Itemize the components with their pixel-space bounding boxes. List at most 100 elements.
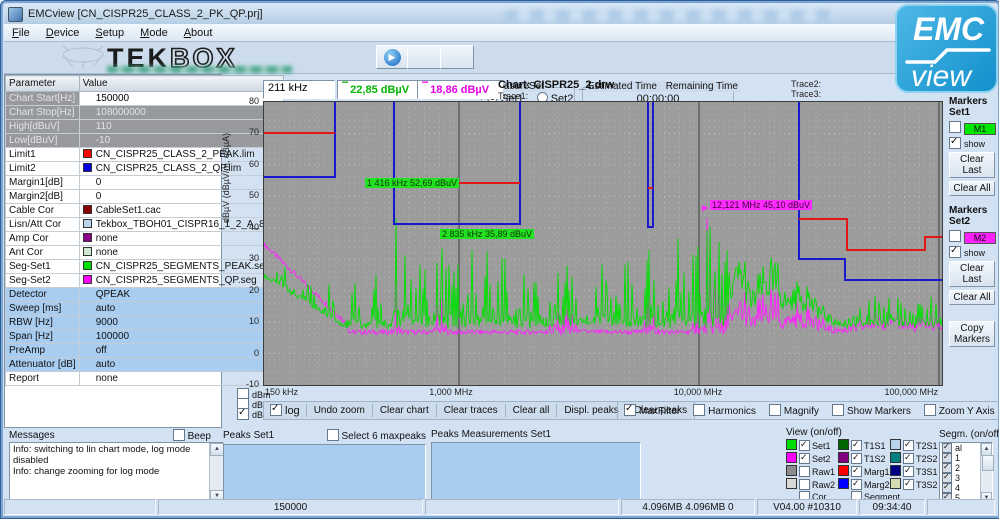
beep-checkbox[interactable]: Beep (173, 429, 211, 442)
y-tick: 20 (233, 285, 259, 295)
option-check-maxfilter[interactable]: MaxFilter (624, 404, 680, 417)
view-item-Set1[interactable]: Set1 (786, 439, 838, 452)
view-item-Set2[interactable]: Set2 (786, 452, 838, 465)
clear-chart-button[interactable]: Clear chart (373, 404, 437, 417)
view-item-Raw2[interactable]: Raw2 (786, 478, 838, 491)
set2-level-readout: ▔18,86 dBµV (417, 80, 503, 99)
clear-traces-button[interactable]: Clear traces (437, 404, 506, 417)
peak-marker-label-1[interactable]: 1 416 kHz 52,69 dBuV (365, 178, 459, 188)
start-measurement-button[interactable]: ▶ (376, 45, 408, 69)
trace3-label: Trace3: (791, 89, 821, 99)
trace2-label: Trace2: (791, 79, 821, 89)
message-line: Info: change zooming for log mode (13, 466, 209, 477)
peaks-measurements-title: Peaks Measurements Set1 (431, 429, 551, 440)
markers-set1-title: Markers (949, 96, 987, 107)
scroll-thumb[interactable] (982, 455, 994, 471)
marker-frequency-readout[interactable]: 211 kHz (263, 80, 335, 99)
y-tick: 30 (233, 253, 259, 263)
parameter-table: Parameter Value Chart Start[Hz]150000Cha… (4, 74, 222, 428)
plot-canvas (264, 102, 942, 385)
status-bar: 1500004.096MB 4.096MB 0V04.00 #1031009:3… (4, 499, 997, 515)
set1-clear-last-button[interactable]: Clear Last (949, 152, 995, 178)
view-item-T1S2[interactable]: T1S2 (838, 452, 890, 465)
app-icon (8, 7, 23, 22)
option-check-zoom-y-axis[interactable]: Zoom Y Axis (924, 404, 995, 417)
color-swatch (83, 149, 92, 158)
status-cell: 4.096MB 4.096MB 0 (621, 499, 755, 515)
view-grid: Set1T1S1T2S1 Set2T1S2T2S2 Raw1Marg1T3S1 Raw… (786, 439, 936, 504)
y-tick: 80 (233, 96, 259, 106)
set2-clear-last-button[interactable]: Clear Last (949, 261, 995, 287)
peaks-measurements-panel: Peaks Measurements Set1 (431, 429, 641, 504)
x-tick-10mhz: 10,000 MHz (674, 387, 723, 397)
x-tick-100mhz: 100,000 MHz (884, 387, 938, 397)
plot-area[interactable]: 1 416 kHz 52,69 dBuV 2 835 kHz 35,89 dBu… (263, 101, 943, 386)
menu-setup[interactable]: Setup (87, 26, 132, 40)
y-tick: 10 (233, 316, 259, 326)
param-col-header[interactable]: Parameter (6, 76, 80, 92)
markers-panel: MarkersSet1 M1 show Clear Last Clear All… (949, 96, 999, 350)
menu-device[interactable]: Device (38, 26, 88, 40)
y-tick: 0 (233, 348, 259, 358)
peaks-set1-list[interactable] (223, 444, 426, 506)
app-window: EMCview [CN_CISPR25_CLASS_2_PK_QP.prj] F… (0, 0, 999, 519)
view-item-T2S1[interactable]: T2S1 (890, 439, 936, 452)
segments-scrollbar[interactable]: ▲ ▼ (980, 443, 992, 505)
view-item-T1S1[interactable]: T1S1 (838, 439, 890, 452)
trace1-label: Trace1: (498, 91, 528, 101)
view-item-Marg2[interactable]: Marg2 (838, 478, 890, 491)
status-cell: 09:34:40 (859, 499, 925, 515)
messages-log[interactable]: Info: switching to lin chart mode, log m… (9, 442, 224, 504)
color-swatch (83, 247, 92, 256)
title-bar[interactable]: EMCview [CN_CISPR25_CLASS_2_PK_QP.prj] (4, 4, 997, 24)
y-tick: 70 (233, 127, 259, 137)
blurred-watermark (504, 10, 834, 21)
toolbar-slot-1[interactable] (407, 45, 441, 69)
y-tick: 40 (233, 222, 259, 232)
undo-zoom-button[interactable]: Undo zoom (307, 404, 373, 417)
m2-show-row[interactable]: show (949, 246, 999, 258)
status-cell (4, 499, 156, 515)
option-check-magnify[interactable]: Magnify (769, 404, 819, 417)
menu-about[interactable]: About (176, 26, 221, 40)
color-swatch (83, 163, 92, 172)
segments-list[interactable]: al12345 ▲ ▼ (939, 442, 993, 506)
toolbar-slot-2[interactable] (440, 45, 474, 69)
clear-all-button[interactable]: Clear all (506, 404, 558, 417)
m1-show-row[interactable]: show (949, 137, 999, 149)
status-cell (927, 499, 995, 515)
option-check-show-markers[interactable]: Show Markers (832, 404, 911, 417)
m1-checkbox[interactable] (949, 121, 961, 133)
markers-set2-title: Markers (949, 205, 987, 216)
view-item-T2S2[interactable]: T2S2 (890, 452, 936, 465)
m2-tag: M2 (964, 232, 996, 244)
select-maxpeaks-checkbox[interactable]: Select 6 maxpeaks (327, 429, 427, 442)
option-check-harmonics[interactable]: Harmonics (693, 404, 756, 417)
emcview-logo: EMC view (895, 4, 998, 93)
peak-marker-label-3[interactable]: 12,121 MHz 45,10 dBuV (710, 200, 812, 210)
segments-panel: Segm. (on/off) al12345 ▲ ▼ (939, 429, 997, 506)
status-cell: 150000 (158, 499, 423, 515)
copy-markers-button[interactable]: Copy Markers (949, 321, 995, 347)
color-swatch (83, 205, 92, 214)
set2-clear-all-button[interactable]: Clear All (949, 290, 995, 305)
set1-clear-all-button[interactable]: Clear All (949, 181, 995, 196)
y-tick: 50 (233, 190, 259, 200)
tekbox-tagline-blurred (107, 66, 292, 73)
color-swatch (83, 261, 92, 270)
view-item-T3S1[interactable]: T3S1 (890, 465, 936, 478)
color-swatch (83, 275, 92, 284)
view-item-T3S2[interactable]: T3S2 (890, 478, 936, 491)
m2-checkbox[interactable] (949, 230, 961, 242)
log-checkbox[interactable]: log (264, 404, 307, 417)
menu-file[interactable]: File (4, 26, 38, 40)
view-item-Raw1[interactable]: Raw1 (786, 465, 838, 478)
messages-title: Messages (9, 430, 55, 441)
menu-mode[interactable]: Mode (132, 26, 176, 40)
scroll-up-icon[interactable]: ▲ (210, 443, 224, 456)
peaks-measurements-list[interactable] (431, 442, 641, 504)
view-item-Marg1[interactable]: Marg1 (838, 465, 890, 478)
messages-panel: Messages Beep Info: switching to lin cha… (9, 429, 219, 504)
peak-marker-label-2[interactable]: 2 835 kHz 35,89 dBuV (440, 229, 534, 239)
messages-scrollbar[interactable]: ▲ ▼ (209, 443, 223, 503)
